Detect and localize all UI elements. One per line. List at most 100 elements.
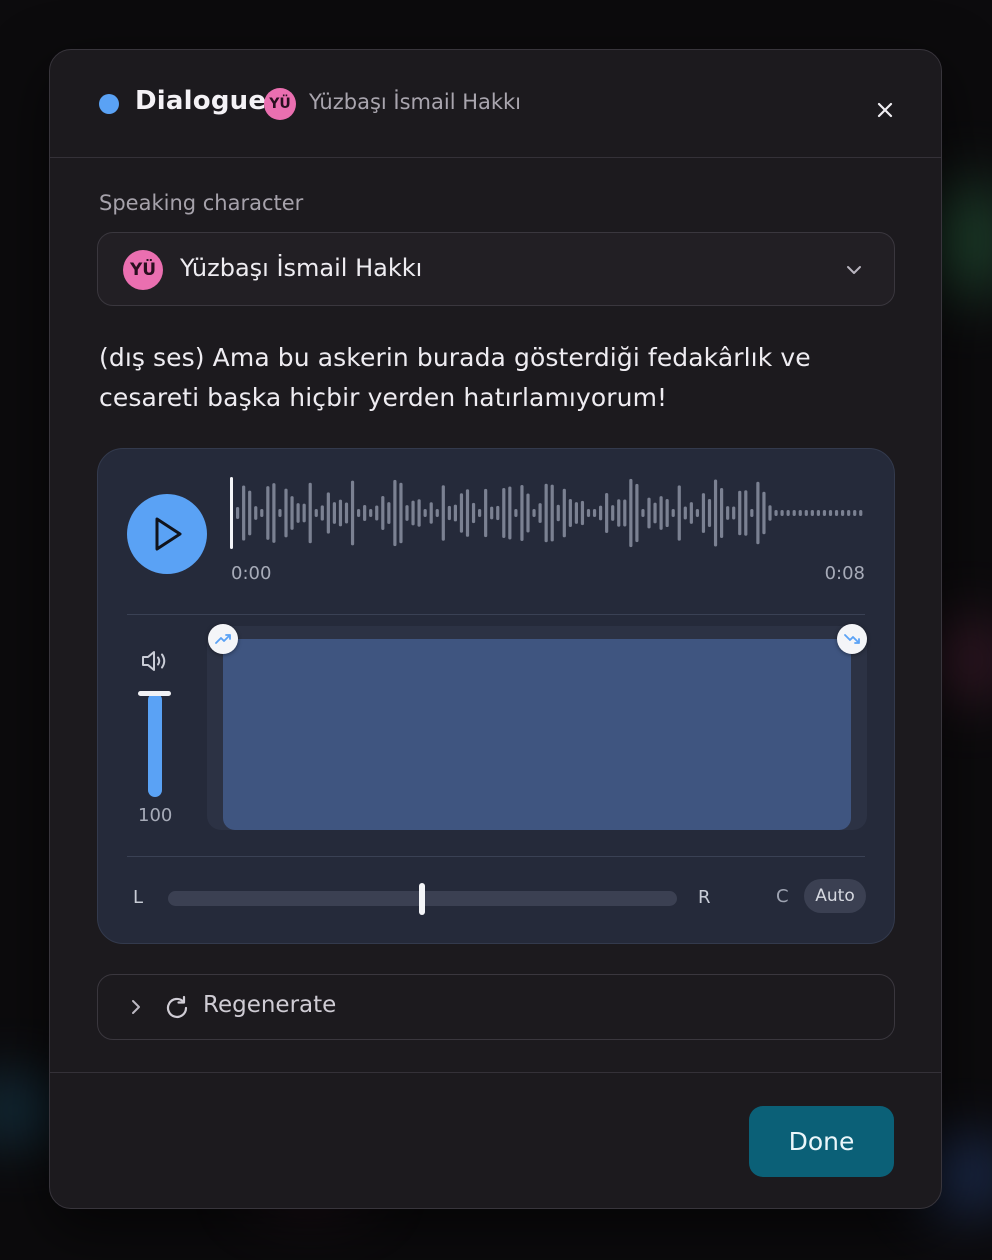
- volume-slider-track[interactable]: [148, 693, 162, 797]
- waveform-bar: [326, 492, 330, 534]
- waveform-bar: [786, 510, 790, 516]
- dialogue-modal: Dialogue YÜ Yüzbaşı İsmail Hakkı Speakin…: [49, 49, 942, 1209]
- waveform-bar: [254, 506, 258, 520]
- pan-right-label: R: [698, 887, 711, 908]
- fade-in-handle[interactable]: [208, 624, 238, 654]
- waveform-bar: [695, 509, 699, 517]
- waveform-bar: [677, 485, 681, 541]
- waveform-bar: [478, 509, 482, 517]
- waveform-bar: [278, 509, 282, 517]
- waveform-bar: [562, 488, 566, 538]
- waveform-bar: [496, 505, 500, 521]
- waveform-bar: [550, 484, 554, 542]
- pan-auto-button[interactable]: Auto: [804, 879, 866, 913]
- waveform-bar: [841, 510, 845, 516]
- waveform-bar: [774, 510, 778, 516]
- waveform-bar: [701, 493, 706, 533]
- chevron-down-icon: [847, 266, 861, 274]
- waveform-bar: [568, 499, 572, 527]
- selected-character-avatar: YÜ: [123, 250, 163, 290]
- playhead[interactable]: [230, 477, 233, 549]
- header-character-name: Yüzbaşı İsmail Hakkı: [309, 90, 522, 114]
- waveform-bar: [853, 510, 857, 516]
- waveform-bar: [357, 509, 361, 517]
- waveform-bar: [465, 489, 470, 537]
- waveform-bar: [453, 504, 457, 522]
- waveform-bar: [762, 491, 766, 535]
- waveform-bar: [750, 509, 754, 517]
- waveform-bar: [580, 500, 585, 526]
- volume-slider-handle[interactable]: [138, 691, 171, 696]
- waveform-bar: [653, 502, 657, 524]
- speaking-character-select[interactable]: YÜ Yüzbaşı İsmail Hakkı: [97, 232, 895, 306]
- waveform-bar: [387, 502, 391, 524]
- waveform-bar: [756, 481, 760, 545]
- waveform-bar: [822, 510, 827, 516]
- waveform-bar: [508, 486, 512, 540]
- speaking-character-label: Speaking character: [99, 191, 304, 215]
- pan-center-button[interactable]: C: [776, 886, 789, 907]
- waveform-bar: [411, 500, 415, 526]
- waveform-bar: [592, 509, 597, 517]
- volume-slider-fill: [148, 693, 162, 797]
- trending-up-icon: [215, 634, 231, 644]
- waveform-bar: [744, 490, 748, 536]
- divider: [127, 856, 865, 857]
- play-button[interactable]: [127, 494, 207, 574]
- waveform-bar: [320, 505, 324, 521]
- waveform-bar: [350, 480, 355, 546]
- volume-envelope-fill: [223, 639, 851, 830]
- time-start: 0:00: [231, 563, 272, 584]
- waveform-bar: [689, 502, 693, 524]
- waveform-bar: [369, 509, 373, 517]
- waveform-bar: [574, 502, 578, 524]
- waveform-bar: [441, 485, 445, 541]
- waveform[interactable]: [230, 477, 870, 549]
- waveform-bar: [490, 506, 494, 520]
- waveform-bar: [738, 490, 742, 536]
- audio-editor-card: 0:00 0:08 100 L R C Auto: [97, 448, 895, 944]
- waveform-bar: [816, 510, 820, 516]
- waveform-bar: [272, 483, 276, 543]
- close-button[interactable]: [873, 98, 897, 122]
- waveform-bar: [399, 482, 403, 544]
- selected-character-name: Yüzbaşı İsmail Hakkı: [180, 254, 423, 282]
- waveform-bar: [732, 506, 736, 520]
- waveform-bar: [641, 509, 645, 517]
- divider: [127, 614, 865, 615]
- waveform-bar: [514, 509, 518, 517]
- waveform-bar: [459, 493, 464, 533]
- waveform-bar: [726, 506, 730, 520]
- character-avatar: YÜ: [264, 88, 296, 120]
- waveform-bar: [435, 509, 439, 517]
- play-icon: [155, 517, 182, 551]
- waveform-bar: [338, 499, 343, 527]
- waveform-bar: [423, 509, 427, 517]
- waveform-bar: [659, 496, 663, 530]
- dialogue-line-text[interactable]: (dış ses) Ama bu askerin burada gösterdi…: [99, 338, 899, 418]
- waveform-bar: [302, 503, 306, 523]
- volume-icon: [142, 651, 166, 671]
- waveform-bar: [520, 484, 524, 542]
- waveform-bar: [381, 496, 385, 530]
- waveform-bar: [780, 510, 784, 516]
- volume-envelope-area[interactable]: [207, 626, 867, 830]
- waveform-bar: [629, 478, 633, 548]
- waveform-bar: [236, 507, 240, 519]
- pan-left-label: L: [133, 887, 144, 908]
- waveform-bar: [586, 509, 591, 517]
- time-end: 0:08: [824, 563, 865, 584]
- regenerate-section-toggle[interactable]: Regenerate: [97, 974, 895, 1040]
- waveform-bar: [344, 502, 349, 524]
- fade-out-handle[interactable]: [837, 624, 867, 654]
- done-button[interactable]: Done: [749, 1106, 894, 1177]
- waveform-bar: [375, 505, 379, 521]
- waveform-bar: [471, 502, 476, 524]
- waveform-bar: [429, 502, 433, 524]
- pan-slider-handle[interactable]: [419, 883, 425, 915]
- waveform-bar: [810, 510, 814, 516]
- waveform-bar: [647, 497, 651, 529]
- waveform-bar: [828, 510, 833, 516]
- waveform-bar: [671, 509, 675, 517]
- waveform-bar: [720, 487, 724, 539]
